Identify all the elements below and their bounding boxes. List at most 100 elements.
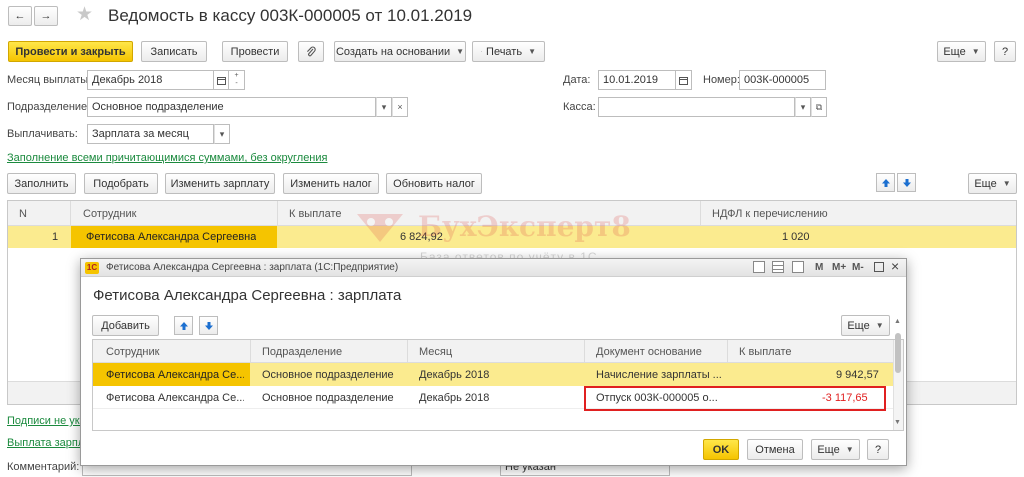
dialog-help-button[interactable]: ? — [867, 439, 889, 460]
help-button[interactable]: ? — [994, 41, 1016, 62]
column-divider — [277, 201, 278, 226]
payment-link[interactable]: Выплата зарпл — [7, 437, 84, 449]
more-button[interactable]: Еще ▼ — [937, 41, 986, 62]
update-tax-button[interactable]: Обновить налог — [386, 173, 482, 194]
fill-button[interactable]: Заполнить — [7, 173, 76, 194]
close-icon[interactable]: × — [891, 258, 899, 274]
ok-button[interactable]: OK — [703, 439, 739, 460]
column-divider — [700, 201, 701, 226]
dialog-more-label: Еще — [847, 319, 870, 332]
row-tax: 1 020 — [782, 231, 810, 243]
cash-field[interactable] — [598, 97, 795, 117]
dialog-move-down-button[interactable] — [199, 316, 218, 335]
date-calendar-button[interactable] — [676, 70, 692, 90]
dialog-more-button[interactable]: Еще ▼ — [841, 315, 890, 336]
attach-button[interactable] — [298, 41, 324, 62]
dialog-more-bottom-button[interactable]: Еще ▼ — [811, 439, 860, 460]
move-down-button[interactable] — [897, 173, 916, 192]
dialog-scrollbar-thumb[interactable] — [895, 333, 901, 373]
date-label: Дата: — [563, 74, 591, 86]
fill-mode-link[interactable]: Заполнение всеми причитающимися суммами,… — [7, 152, 328, 164]
dialog-move-up-button[interactable] — [174, 316, 193, 335]
scroll-down-icon[interactable]: ▼ — [894, 419, 901, 426]
more-label: Еще — [943, 45, 966, 58]
column-header-n[interactable]: N — [19, 208, 27, 220]
column-header-amount[interactable]: К выплате — [289, 208, 342, 220]
comment-label: Комментарий: — [7, 461, 80, 473]
dropdown-caret-icon: ▼ — [1002, 179, 1011, 188]
column-header-tax[interactable]: НДФЛ к перечислению — [712, 208, 828, 220]
paperclip-icon — [307, 46, 316, 56]
column-divider — [407, 340, 408, 363]
month-stepper[interactable]: + - — [229, 70, 245, 90]
back-button[interactable]: ← — [8, 6, 32, 26]
department-clear-button[interactable]: × — [392, 97, 408, 117]
maximize-icon[interactable] — [874, 262, 884, 272]
pay-type-label: Выплачивать: — [7, 128, 78, 140]
create-based-on-button[interactable]: Создать на основании ▼ — [334, 41, 466, 62]
select-button[interactable]: Подобрать — [84, 173, 158, 194]
dialog-header-document[interactable]: Документ основание — [596, 346, 702, 358]
memory-m-icon[interactable]: M — [815, 262, 823, 273]
calendar-icon — [679, 76, 688, 85]
save-button[interactable]: Записать — [141, 41, 207, 62]
calendar-icon — [216, 76, 226, 85]
column-header-employee[interactable]: Сотрудник — [83, 208, 136, 220]
dialog-header-amount[interactable]: К выплате — [739, 346, 792, 358]
cancel-button[interactable]: Отмена — [747, 439, 803, 460]
cash-dropdown-button[interactable]: ▾ — [795, 97, 811, 117]
dialog-calendar-icon[interactable] — [792, 261, 804, 273]
highlight-box — [584, 386, 886, 411]
dialog-titlebar-text: Фетисова Александра Сергеевна : зарплата… — [106, 262, 399, 273]
dialog-header-month[interactable]: Месяц — [419, 346, 452, 358]
arrow-up-icon — [881, 178, 890, 187]
memory-plus-icon[interactable]: M+ — [832, 262, 846, 273]
row-month: Декабрь 2018 — [419, 369, 490, 381]
dropdown-caret-icon: ▼ — [971, 47, 980, 56]
edit-tax-button[interactable]: Изменить налог — [283, 173, 379, 194]
create-based-on-label: Создать на основании — [335, 45, 451, 58]
cash-open-button[interactable]: ⧉ — [811, 97, 827, 117]
window-title: Ведомость в кассу 003К-000005 от 10.01.2… — [108, 6, 473, 25]
dialog-header-department[interactable]: Подразделение — [262, 346, 342, 358]
department-field[interactable]: Основное подразделение — [87, 97, 376, 117]
dropdown-caret-icon: ▼ — [528, 47, 536, 56]
date-field[interactable]: 10.01.2019 — [598, 70, 676, 90]
row-department: Основное подразделение — [262, 369, 394, 381]
month-label: Месяц выплаты: — [7, 74, 92, 86]
watermark-title: БухЭксперт8 — [418, 210, 631, 243]
row-employee: Фетисова Александра Сергеевна — [86, 231, 257, 243]
pay-type-select[interactable]: Зарплата за месяц — [87, 124, 214, 144]
edit-salary-button[interactable]: Изменить зарплату — [165, 173, 275, 194]
table-more-label: Еще — [974, 177, 997, 190]
forward-button[interactable]: → — [34, 6, 58, 26]
dialog-print-icon[interactable] — [753, 261, 765, 273]
scroll-up-icon[interactable]: ▲ — [894, 318, 901, 325]
department-label: Подразделение: — [7, 101, 91, 113]
favorite-star-icon[interactable]: ★ — [76, 3, 93, 26]
dropdown-caret-icon: ▼ — [456, 47, 465, 56]
app-logo-icon: 1С — [85, 262, 99, 274]
post-button[interactable]: Провести — [222, 41, 288, 62]
print-label: Печать — [486, 45, 523, 58]
table-more-button[interactable]: Еще ▼ — [968, 173, 1017, 194]
move-up-button[interactable] — [876, 173, 895, 192]
dropdown-caret-icon: ▼ — [875, 321, 884, 330]
signatures-link[interactable]: Подписи не ука — [7, 415, 86, 427]
print-button[interactable]: Печать ▼ — [472, 41, 545, 62]
pay-type-dropdown-button[interactable]: ▾ — [214, 124, 230, 144]
arrow-down-icon — [204, 321, 213, 330]
row-department: Основное подразделение — [262, 392, 394, 404]
dialog-header-employee[interactable]: Сотрудник — [106, 346, 159, 358]
department-dropdown-button[interactable]: ▾ — [376, 97, 392, 117]
add-button[interactable]: Добавить — [92, 315, 159, 336]
calendar-button[interactable] — [213, 70, 229, 90]
post-and-close-button[interactable]: Провести и закрыть — [8, 41, 133, 62]
stepper-down-icon: - — [235, 80, 238, 87]
watermark-logo-icon — [355, 210, 405, 244]
number-field[interactable]: 003К-000005 — [739, 70, 826, 90]
memory-minus-icon[interactable]: M- — [852, 262, 864, 273]
dialog-heading: Фетисова Александра Сергеевна : зарплата — [93, 287, 402, 304]
dialog-table-icon[interactable] — [772, 261, 784, 273]
month-field[interactable]: Декабрь 2018 — [87, 70, 214, 90]
